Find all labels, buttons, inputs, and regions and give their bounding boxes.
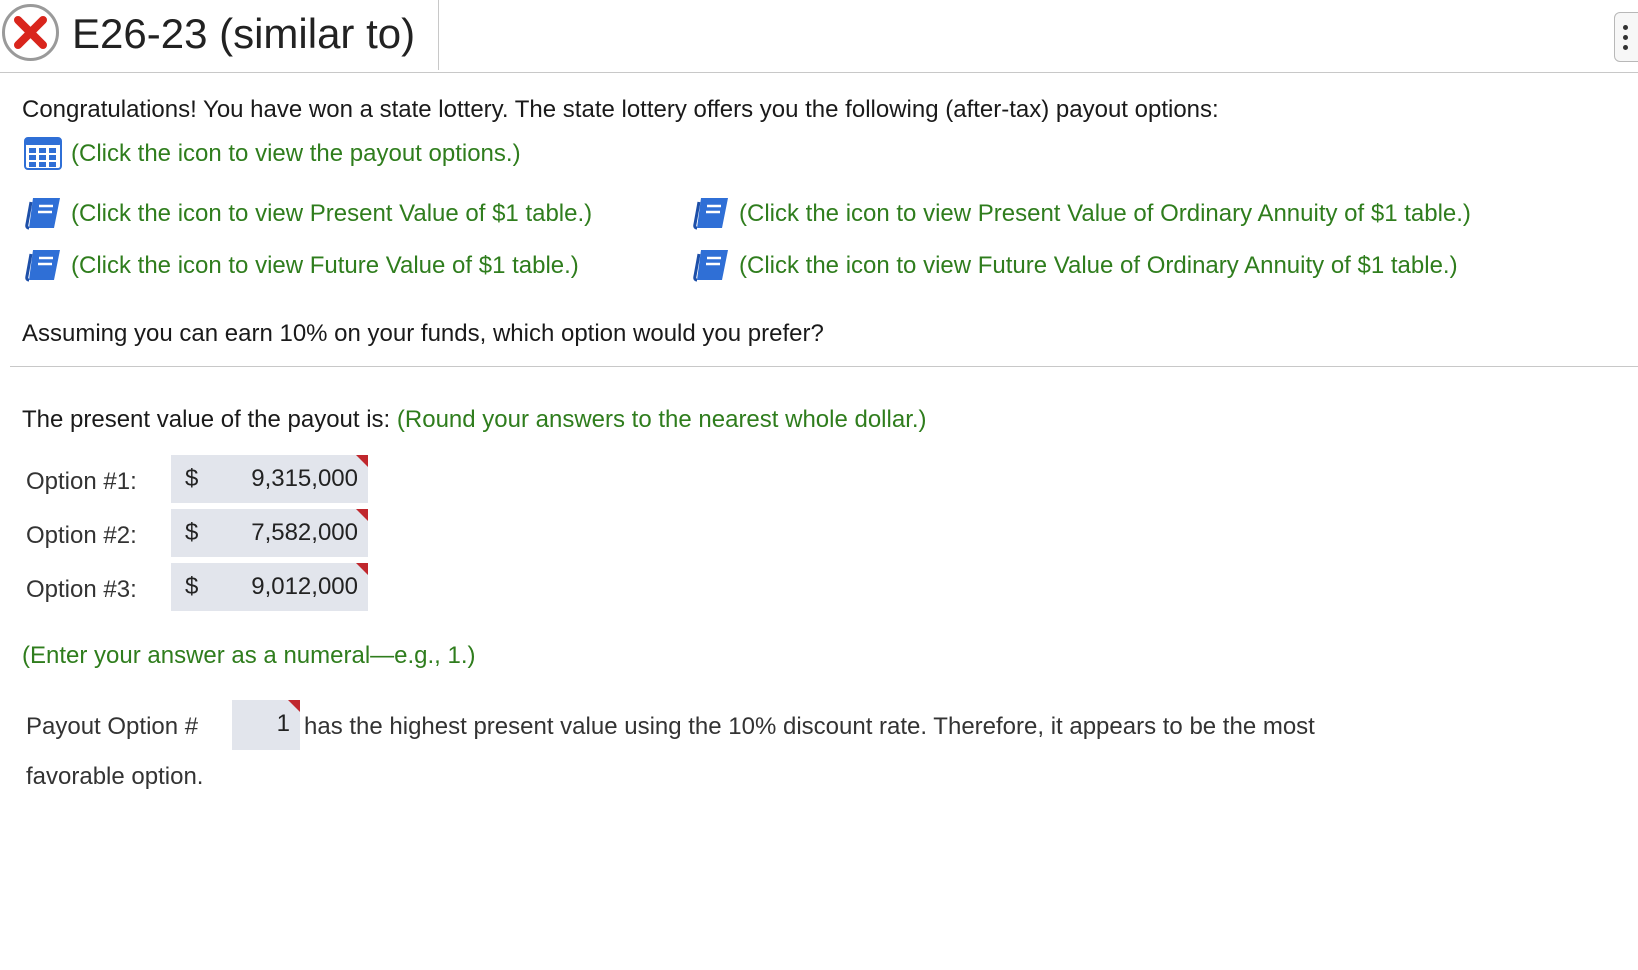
section-divider <box>10 366 1638 367</box>
pv-intro: The present value of the payout is: (Rou… <box>22 405 927 435</box>
currency-symbol: $ <box>185 519 199 546</box>
payout-option-prefix: Payout Option # <box>26 713 199 740</box>
pv-intro-text: The present value of the payout is: <box>22 406 391 433</box>
more-dot-icon <box>1623 35 1628 40</box>
currency-symbol: $ <box>185 465 199 492</box>
question-prompt: Assuming you can earn 10% on your funds,… <box>22 320 824 347</box>
payout-option-suffix: has the highest present value using the … <box>304 713 1315 740</box>
book-icon <box>25 250 60 282</box>
book-icon <box>693 250 728 282</box>
more-dot-icon <box>1623 45 1628 50</box>
option-2-label: Option #2: <box>26 522 137 549</box>
round-instruction: (Round your answers to the nearest whole… <box>396 406 927 433</box>
option-3-value: 9,012,000 <box>251 573 358 600</box>
option-3-answer-input[interactable]: $ 9,012,000 <box>171 563 368 611</box>
incorrect-flag-icon <box>356 455 368 467</box>
numeral-instruction: (Enter your answer as a numeral—e.g., 1.… <box>22 642 476 669</box>
option-3-label: Option #3: <box>26 576 137 603</box>
payout-options-link[interactable]: (Click the icon to view the payout optio… <box>24 137 521 171</box>
option-1-answer-input[interactable]: $ 9,315,000 <box>171 455 368 503</box>
title-divider <box>438 0 439 70</box>
incorrect-flag-icon <box>356 509 368 521</box>
currency-symbol: $ <box>185 573 199 600</box>
pv-table-link-text[interactable]: (Click the icon to view Present Value of… <box>71 200 592 228</box>
fv-annuity-table-link[interactable]: (Click the icon to view Future Value of … <box>692 246 1458 286</box>
fv-table-link[interactable]: (Click the icon to view Future Value of … <box>24 246 579 286</box>
payout-options-link-text[interactable]: (Click the icon to view the payout optio… <box>71 140 521 168</box>
pv-table-link[interactable]: (Click the icon to view Present Value of… <box>24 194 592 234</box>
incorrect-flag-icon <box>356 563 368 575</box>
more-options-button[interactable] <box>1614 12 1638 62</box>
exercise-title: E26-23 (similar to) <box>72 10 416 57</box>
book-icon <box>25 198 60 230</box>
pv-annuity-table-link[interactable]: (Click the icon to view Present Value of… <box>692 194 1471 234</box>
more-dot-icon <box>1623 25 1628 30</box>
payout-option-value: 1 <box>276 710 290 737</box>
question-intro: Congratulations! You have won a state lo… <box>22 96 1219 123</box>
option-2-answer-input[interactable]: $ 7,582,000 <box>171 509 368 557</box>
option-1-label: Option #1: <box>26 468 137 495</box>
book-icon <box>693 198 728 230</box>
header-bar: E26-23 (similar to) <box>0 0 1638 73</box>
option-2-value: 7,582,000 <box>251 519 358 546</box>
fv-annuity-table-link-text[interactable]: (Click the icon to view Future Value of … <box>739 252 1458 280</box>
option-1-value: 9,315,000 <box>251 465 358 492</box>
pv-annuity-table-link-text[interactable]: (Click the icon to view Present Value of… <box>739 200 1471 228</box>
incorrect-flag-icon <box>288 700 300 712</box>
fv-table-link-text[interactable]: (Click the icon to view Future Value of … <box>71 252 579 280</box>
payout-option-input[interactable]: 1 <box>232 700 300 750</box>
payout-option-suffix-line2: favorable option. <box>26 763 204 790</box>
x-circle-icon <box>2 4 59 61</box>
table-grid-icon <box>24 137 62 170</box>
